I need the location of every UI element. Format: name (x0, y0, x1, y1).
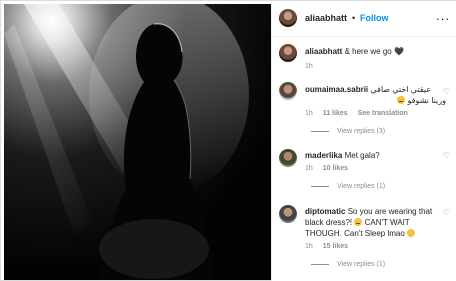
sad-emoji-icon (397, 96, 406, 104)
caption-time[interactable]: 1h (305, 63, 313, 70)
view-replies-label: View replies (3) (337, 128, 386, 135)
replies-line (311, 185, 329, 187)
post-photo[interactable] (4, 4, 271, 280)
caption-text: aliaabhatt & here we go 🖤 (305, 46, 445, 57)
comment-meta: 1h 11 likes See translation (305, 110, 416, 117)
comment-body: عيقتي اختي صافي (370, 85, 432, 94)
comment-avatar[interactable] (279, 149, 297, 167)
instagram-post: aliaabhatt • Follow ... aliaabhatt & her… (0, 0, 456, 281)
comment-likes[interactable]: 15 likes (323, 243, 348, 250)
comment-text-line2: black dress?! CAN'T WAIT (305, 217, 445, 228)
comment-likes[interactable]: 11 likes (323, 110, 348, 117)
caption-meta: 1h (305, 63, 321, 70)
silhouette-photo (4, 4, 271, 280)
comment-username[interactable]: oumaimaa.sabrii (305, 85, 368, 94)
replies-line (311, 130, 329, 132)
separator-dot: • (352, 13, 356, 23)
crying-emoji-icon (354, 218, 363, 226)
author-avatar[interactable] (279, 9, 297, 27)
post-header: aliaabhatt • Follow ... (272, 1, 456, 37)
comment-meta: 1h 10 likes (305, 165, 356, 172)
comment-body-line3: THOUGH. Can't Sleep lmao (305, 229, 405, 238)
like-comment-icon[interactable]: ♡ (443, 151, 450, 160)
caption-body: & here we go (344, 47, 392, 56)
black-heart-emoji: 🖤 (393, 47, 404, 56)
see-translation-link[interactable]: See translation (358, 110, 408, 117)
comment-avatar[interactable] (279, 205, 297, 223)
comments-list: aliaabhatt & here we go 🖤 1h oumaimaa.sa… (272, 37, 456, 281)
comments-pane: aliaabhatt • Follow ... aliaabhatt & her… (271, 1, 456, 281)
view-replies-button[interactable]: View replies (1) (311, 183, 385, 190)
follow-button[interactable]: Follow (360, 13, 389, 23)
comment-text: maderlika Met gala? (305, 150, 445, 161)
view-replies-button[interactable]: View replies (1) (311, 261, 385, 268)
comment-body: So you are wearing that (347, 207, 433, 216)
laughing-emoji-icon (407, 229, 416, 237)
comment-text-line3: THOUGH. Can't Sleep lmao (305, 228, 445, 239)
comment-text-line2: ورينا نشوفو (376, 95, 446, 106)
comment-username[interactable]: diptomatic (305, 207, 345, 216)
author-username[interactable]: aliaabhatt (305, 13, 347, 23)
comment-body-line2: ورينا نشوفو (407, 96, 446, 105)
comment-time[interactable]: 1h (305, 165, 313, 172)
comment-time[interactable]: 1h (305, 243, 313, 250)
comment-username[interactable]: maderlika (305, 151, 342, 160)
comment-text: oumaimaa.sabrii عيقتي اختي صافي (305, 84, 445, 95)
view-replies-label: View replies (1) (337, 183, 386, 190)
like-comment-icon[interactable]: ♡ (443, 208, 450, 217)
comment-body: Met gala? (344, 151, 380, 160)
comment-avatar[interactable] (279, 82, 297, 100)
view-replies-button[interactable]: View replies (3) (311, 128, 385, 135)
more-options-icon[interactable]: ... (436, 9, 450, 22)
comment-text: diptomatic So you are wearing that (305, 206, 445, 217)
replies-line (311, 263, 329, 265)
comment-body-line2b: CAN'T WAIT (364, 218, 410, 227)
comment-time[interactable]: 1h (305, 110, 313, 117)
view-replies-label: View replies (1) (337, 261, 386, 268)
like-comment-icon[interactable]: ♡ (443, 87, 450, 96)
caption-username[interactable]: aliaabhatt (305, 47, 342, 56)
comment-meta: 1h 15 likes (305, 243, 356, 250)
comment-likes[interactable]: 10 likes (323, 165, 348, 172)
comment-body-line2: black dress?! (305, 218, 353, 227)
caption-avatar[interactable] (279, 44, 297, 62)
